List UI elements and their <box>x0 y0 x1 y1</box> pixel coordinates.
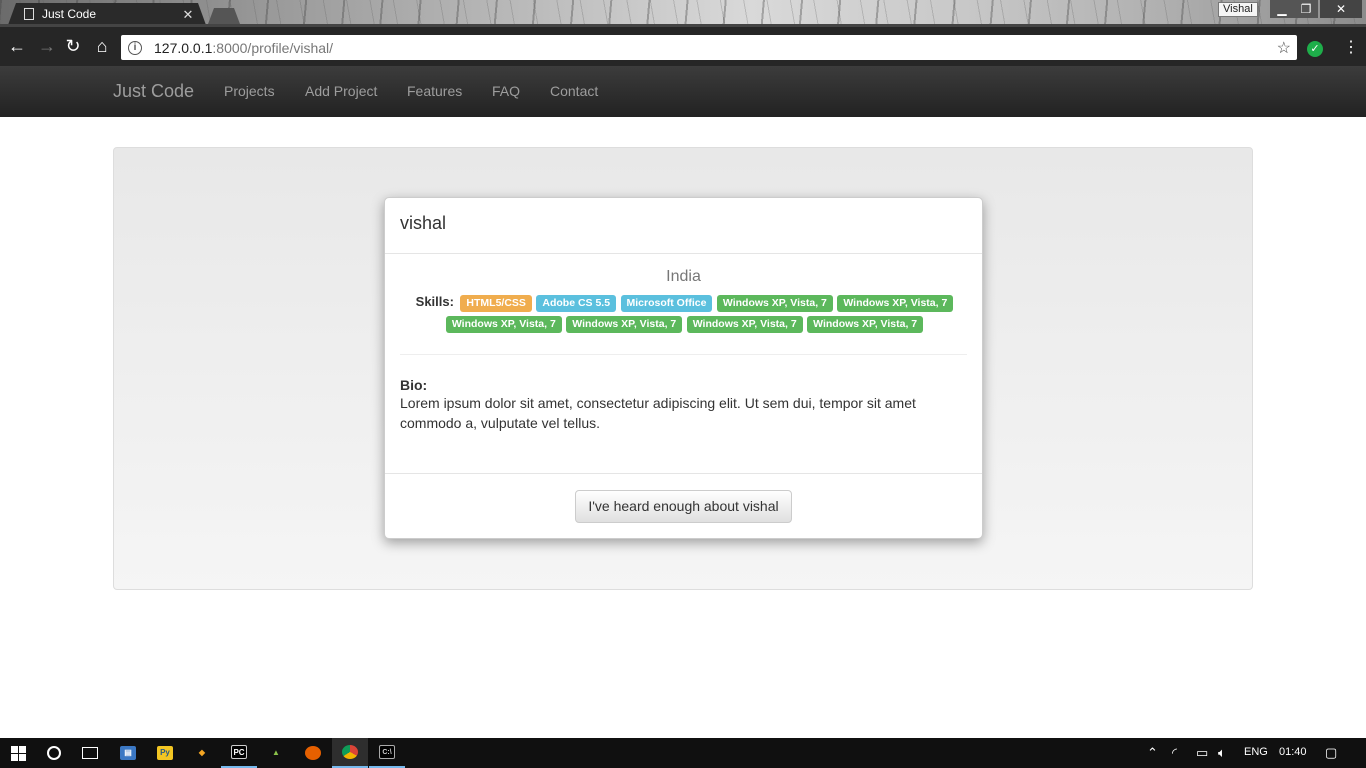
android-icon: ▲ <box>272 748 280 757</box>
taskbar-app-python[interactable]: Py <box>147 738 183 768</box>
volume-icon[interactable]: 🔈︎ <box>1218 745 1226 761</box>
url-path: :8000/profile/vishal/ <box>212 39 334 56</box>
minimize-button[interactable]: ▁ <box>1270 0 1294 18</box>
profile-card: vishal India Skills: HTML5/CSS Adobe CS … <box>384 197 983 539</box>
firefox-icon <box>305 746 321 760</box>
taskbar-app-android-studio[interactable]: ▲ <box>258 738 294 768</box>
skill-badge: Microsoft Office <box>620 295 713 312</box>
taskbar-app-sourcetree[interactable]: ◆ <box>184 738 220 768</box>
card-footer: I've heard enough about vishal <box>385 473 982 538</box>
menu-kebab-icon[interactable]: ⋮ <box>1343 39 1359 57</box>
page-icon <box>24 8 34 20</box>
nav-link-projects[interactable]: Projects <box>224 83 275 99</box>
reload-icon[interactable]: ↻ <box>62 35 84 57</box>
windows-logo-icon <box>10 745 26 761</box>
skills-label: Skills: <box>415 294 454 309</box>
tab-close-icon[interactable]: ✕ <box>182 8 194 21</box>
taskbar-app-chrome[interactable] <box>332 738 368 768</box>
chrome-icon <box>342 745 358 759</box>
site-navbar: Just Code Projects Add Project Features … <box>0 66 1366 117</box>
battery-icon[interactable]: ▭ <box>1196 745 1208 761</box>
close-profile-button[interactable]: I've heard enough about vishal <box>575 489 792 523</box>
browser-toolbar: ← → ↻ ⌂ i 127.0.0.1:8000/profile/vishal/… <box>0 24 1366 66</box>
nav-link-faq[interactable]: FAQ <box>492 83 520 99</box>
nav-link-add-project[interactable]: Add Project <box>305 83 377 99</box>
taskbar-app-command-prompt[interactable]: C:\ <box>369 738 405 768</box>
nav-link-contact[interactable]: Contact <box>550 83 598 99</box>
skills-list: Skills: HTML5/CSS Adobe CS 5.5 Microsoft… <box>400 292 969 334</box>
nav-link-features[interactable]: Features <box>407 83 462 99</box>
cmd-icon: C:\ <box>379 745 395 759</box>
pycharm-icon: PC <box>231 745 247 759</box>
taskbar-app-explorer[interactable]: ▤ <box>110 738 146 768</box>
language-indicator[interactable]: ENG <box>1244 746 1268 758</box>
python-icon: Py <box>157 746 173 760</box>
browser-tab[interactable]: Just Code ✕ <box>8 3 206 24</box>
divider <box>400 354 967 355</box>
skill-badge: Windows XP, Vista, 7 <box>445 316 562 333</box>
file-explorer-icon: ▤ <box>120 746 136 760</box>
brand-link[interactable]: Just Code <box>113 81 194 102</box>
theme-background <box>0 0 1366 24</box>
sourcetree-icon: ◆ <box>198 748 206 757</box>
profile-name: vishal <box>385 198 982 254</box>
windows-taskbar: ▤ Py ◆ PC ▲ C:\ ⌃ ◜ ▭ 🔈︎ ENG 01:40 ▢ <box>0 738 1366 768</box>
notifications-icon[interactable]: ▢ <box>1325 745 1337 761</box>
skill-badge: Windows XP, Vista, 7 <box>686 316 803 333</box>
profile-button[interactable]: Vishal <box>1218 2 1258 17</box>
wifi-icon[interactable]: ◜ <box>1172 745 1177 761</box>
taskbar-app-firefox[interactable] <box>295 738 331 768</box>
skill-badge: Adobe CS 5.5 <box>536 295 617 312</box>
url-host: 127.0.0.1 <box>154 39 213 56</box>
profile-body: India Skills: HTML5/CSS Adobe CS 5.5 Mic… <box>385 268 982 433</box>
home-icon[interactable]: ⌂ <box>91 35 113 57</box>
bookmark-star-icon[interactable]: ☆ <box>1277 38 1291 58</box>
skill-badge: HTML5/CSS <box>460 295 532 312</box>
restore-button[interactable]: ❐ <box>1294 0 1318 18</box>
clock[interactable]: 01:40 <box>1279 746 1307 758</box>
info-icon[interactable]: i <box>128 40 142 55</box>
chevron-up-icon[interactable]: ⌃ <box>1147 745 1158 761</box>
skill-badge: Windows XP, Vista, 7 <box>837 295 954 312</box>
taskbar-app-pycharm[interactable]: PC <box>221 738 257 768</box>
start-button[interactable] <box>0 738 36 768</box>
browser-titlebar: Just Code ✕ Vishal ▁ ❐ ✕ <box>0 0 1366 24</box>
skill-badge: Windows XP, Vista, 7 <box>716 295 833 312</box>
cortana-search-button[interactable] <box>36 738 72 768</box>
address-bar[interactable]: i 127.0.0.1:8000/profile/vishal/ ☆ <box>121 35 1297 60</box>
skill-badge: Windows XP, Vista, 7 <box>566 316 683 333</box>
cortana-icon <box>47 746 61 760</box>
extension-check-icon[interactable]: ✓ <box>1307 41 1323 57</box>
profile-country: India <box>666 268 701 285</box>
bio-text: Lorem ipsum dolor sit amet, consectetur … <box>400 395 916 431</box>
task-view-button[interactable] <box>72 738 108 768</box>
task-view-icon <box>82 747 98 759</box>
skill-badge: Windows XP, Vista, 7 <box>807 316 924 333</box>
back-arrow-icon[interactable]: ← <box>6 35 28 57</box>
window-close-button[interactable]: ✕ <box>1320 0 1362 18</box>
forward-arrow-icon[interactable]: → <box>36 35 58 57</box>
bio-label: Bio: <box>400 377 428 393</box>
tab-title: Just Code <box>42 7 97 21</box>
